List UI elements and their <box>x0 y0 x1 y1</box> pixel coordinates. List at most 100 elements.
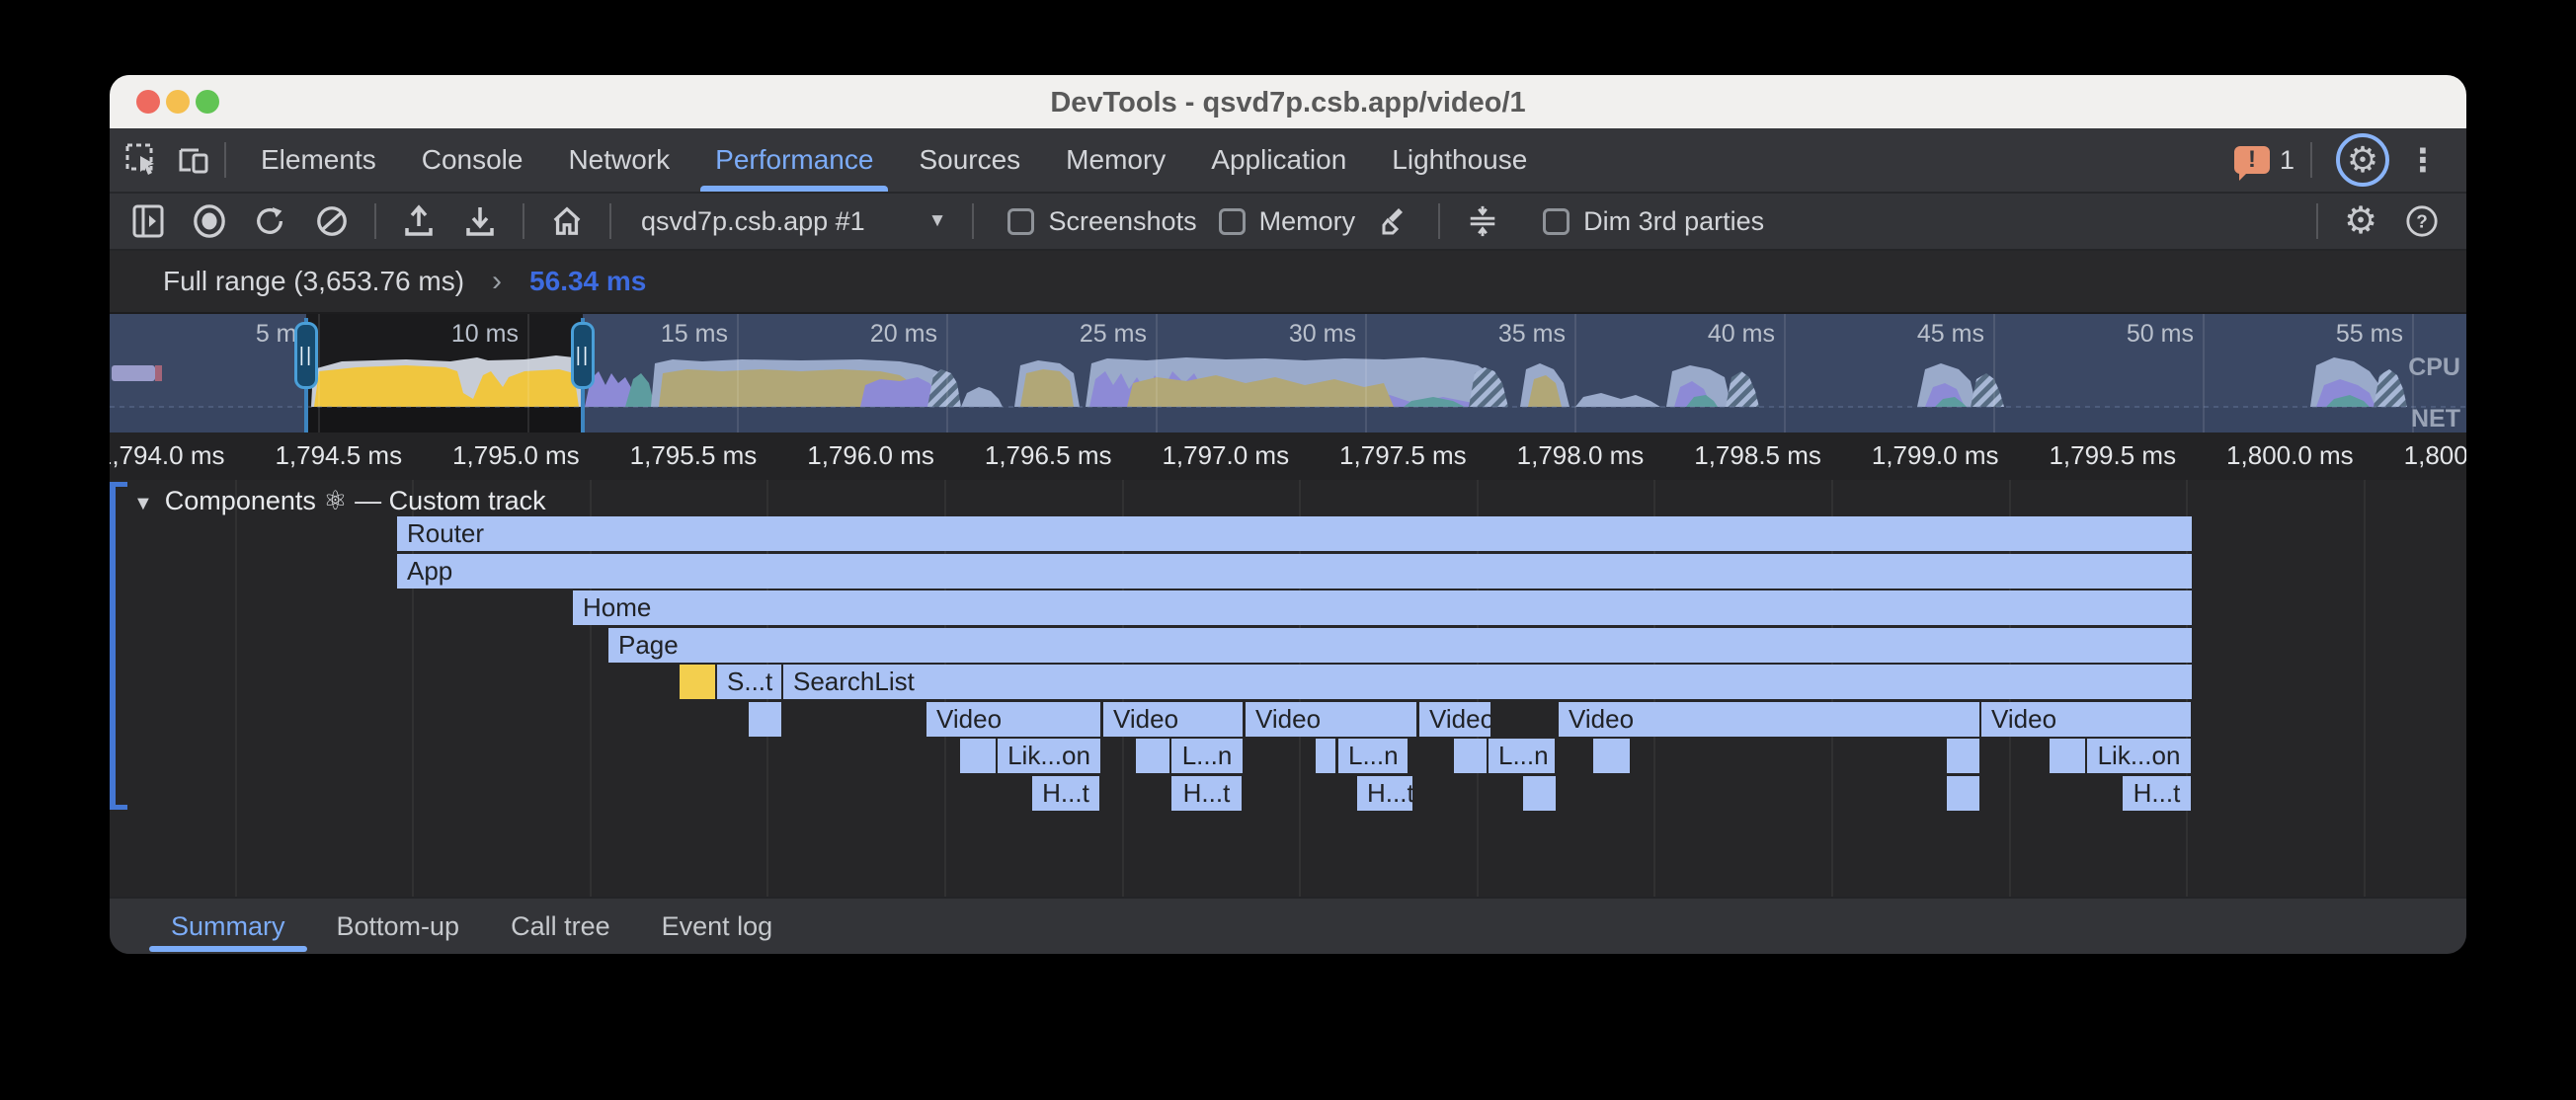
flame-bar[interactable] <box>1947 739 1979 773</box>
flame-bar-video[interactable]: Video <box>1419 702 1490 737</box>
dim-3rd-parties-checkbox[interactable] <box>1543 208 1570 235</box>
flame-bar-lik-on[interactable]: Lik...on <box>998 739 1100 773</box>
flame-bar-h-t[interactable]: H...t <box>1032 776 1099 811</box>
reload-icon[interactable] <box>254 204 287 238</box>
divider <box>2316 203 2318 239</box>
ruler-tick-label: 1,794.0 ms <box>110 440 225 471</box>
devtools-window: DevTools - qsvd7p.csb.app/video/1 Elemen… <box>110 75 2466 954</box>
clear-icon[interactable] <box>315 204 349 238</box>
ruler-tick-label: 1,798.5 ms <box>1644 440 1821 471</box>
tab-lighthouse[interactable]: Lighthouse <box>1369 128 1550 192</box>
help-icon[interactable]: ? <box>2405 204 2439 238</box>
more-menu-icon[interactable]: ⋮ <box>2397 141 2449 179</box>
overview-window-left-handle[interactable]: || <box>294 322 318 389</box>
flame-bar-l-n[interactable]: L...n <box>1489 739 1555 773</box>
timeline-ruler: 1,794.0 ms1,794.5 ms1,795.0 ms1,795.5 ms… <box>110 432 2466 480</box>
track-header[interactable]: ▼Components ⚛ — Custom track <box>133 486 546 516</box>
record-icon[interactable] <box>193 204 226 238</box>
issues-counter[interactable]: ! 1 <box>2234 145 2294 176</box>
overview-gridline <box>318 314 320 432</box>
tab-console[interactable]: Console <box>399 128 546 192</box>
ruler-tick-label: 1,800.0 ms <box>2176 440 2354 471</box>
overview-tick-label: 10 ms <box>380 320 519 349</box>
flame-bar[interactable] <box>1593 739 1630 773</box>
tab-bottom-up[interactable]: Bottom-up <box>311 899 486 954</box>
flame-bar-video[interactable]: Video <box>1559 702 1979 737</box>
target-selector[interactable]: qsvd7p.csb.app #1 ▼ <box>641 206 946 237</box>
flame-bar-l-n[interactable]: L...n <box>1338 739 1408 773</box>
tab-call-tree[interactable]: Call tree <box>485 899 636 954</box>
net-track-label: NET <box>2411 405 2460 432</box>
flame-bar-page[interactable]: Page <box>608 628 2192 663</box>
flame-bar-h-t[interactable]: H...t <box>1171 776 1242 811</box>
flame-bar[interactable] <box>960 739 996 773</box>
tab-application[interactable]: Application <box>1188 128 1369 192</box>
flame-bar-video[interactable]: Video <box>926 702 1100 737</box>
ruler-tick-label: 1,795.5 ms <box>579 440 757 471</box>
screenshots-checkbox[interactable] <box>1007 208 1034 235</box>
breadcrumb-full-range[interactable]: Full range (3,653.76 ms) <box>163 266 464 297</box>
tab-summary[interactable]: Summary <box>145 899 311 954</box>
overview-tick-label: 55 ms <box>2265 320 2403 349</box>
flame-bar-h-t[interactable]: H...t <box>1357 776 1412 811</box>
divider <box>609 203 611 239</box>
flame-bar[interactable] <box>749 702 781 737</box>
tab-performance[interactable]: Performance <box>692 128 896 192</box>
tab-event-log[interactable]: Event log <box>636 899 799 954</box>
tab-memory[interactable]: Memory <box>1043 128 1188 192</box>
main-tabs: ElementsConsoleNetworkPerformanceSources… <box>238 128 1550 192</box>
overview-gridline <box>946 314 948 432</box>
flame-bar-lik-on[interactable]: Lik...on <box>2087 739 2191 773</box>
flame-bar-l-n[interactable]: L...n <box>1171 739 1243 773</box>
flame-bar-home[interactable]: Home <box>573 590 2192 625</box>
flame-bar[interactable] <box>1454 739 1487 773</box>
home-icon[interactable] <box>550 204 584 238</box>
flame-bar-app[interactable]: App <box>397 554 2192 589</box>
overview-window-right-handle[interactable]: || <box>571 322 595 389</box>
flame-bar[interactable] <box>1947 776 1979 811</box>
flame-bar-video[interactable]: Video <box>1246 702 1416 737</box>
ruler-tick-label: 1,796.5 ms <box>934 440 1112 471</box>
download-icon[interactable] <box>463 204 497 238</box>
overview-gridline <box>1365 314 1367 432</box>
flame-bar-h-t[interactable]: H...t <box>2123 776 2191 811</box>
divider <box>523 203 524 239</box>
collect-garbage-icon[interactable] <box>1466 204 1499 238</box>
divider <box>374 203 376 239</box>
flame-bar-router[interactable]: Router <box>397 516 2192 551</box>
flame-bar[interactable] <box>680 665 715 699</box>
flame-bar-video[interactable]: Video <box>1981 702 2191 737</box>
active-tab-underline <box>700 186 888 192</box>
brush-icon[interactable] <box>1379 204 1412 238</box>
ruler-tick-label: 1,797.5 ms <box>1289 440 1467 471</box>
tab-network[interactable]: Network <box>545 128 692 192</box>
capture-settings-gear-icon[interactable]: ⚙ <box>2344 204 2377 238</box>
flame-bar[interactable] <box>1523 776 1556 811</box>
memory-checkbox[interactable] <box>1219 208 1246 235</box>
flame-bar-video[interactable]: Video <box>1103 702 1243 737</box>
timeline-overview[interactable]: 5 ms10 ms15 ms20 ms25 ms30 ms35 ms40 ms4… <box>110 314 2466 432</box>
flame-bar-searchlist[interactable]: SearchList <box>783 665 2192 699</box>
overview-tick-label: 40 ms <box>1637 320 1775 349</box>
cpu-track-label: CPU <box>2408 354 2460 382</box>
flame-bar-s-t[interactable]: S...t <box>717 665 781 699</box>
inspect-icon[interactable] <box>123 141 161 179</box>
flame-bar[interactable] <box>1316 739 1335 773</box>
ruler-tick-label: 1,797.0 ms <box>1111 440 1289 471</box>
divider <box>224 142 226 178</box>
overview-tick-label: 15 ms <box>590 320 728 349</box>
overview-tick-label: 50 ms <box>2055 320 2194 349</box>
overview-gridline <box>737 314 739 432</box>
title-bar: DevTools - qsvd7p.csb.app/video/1 <box>110 75 2466 128</box>
device-toolbar-icon[interactable] <box>175 141 212 179</box>
flame-bar[interactable] <box>2050 739 2085 773</box>
upload-icon[interactable] <box>402 204 436 238</box>
flame-chart[interactable]: ▼Components ⚛ — Custom track RouterAppHo… <box>110 480 2466 897</box>
flame-bar[interactable] <box>1136 739 1169 773</box>
breadcrumb-selected-range[interactable]: 56.34 ms <box>529 266 646 297</box>
tab-elements[interactable]: Elements <box>238 128 399 192</box>
tab-sources[interactable]: Sources <box>896 128 1043 192</box>
expander-triangle-icon[interactable]: ▼ <box>133 493 153 514</box>
settings-gear-icon[interactable]: ⚙ <box>2336 133 2389 187</box>
dock-panel-icon[interactable] <box>131 204 165 238</box>
